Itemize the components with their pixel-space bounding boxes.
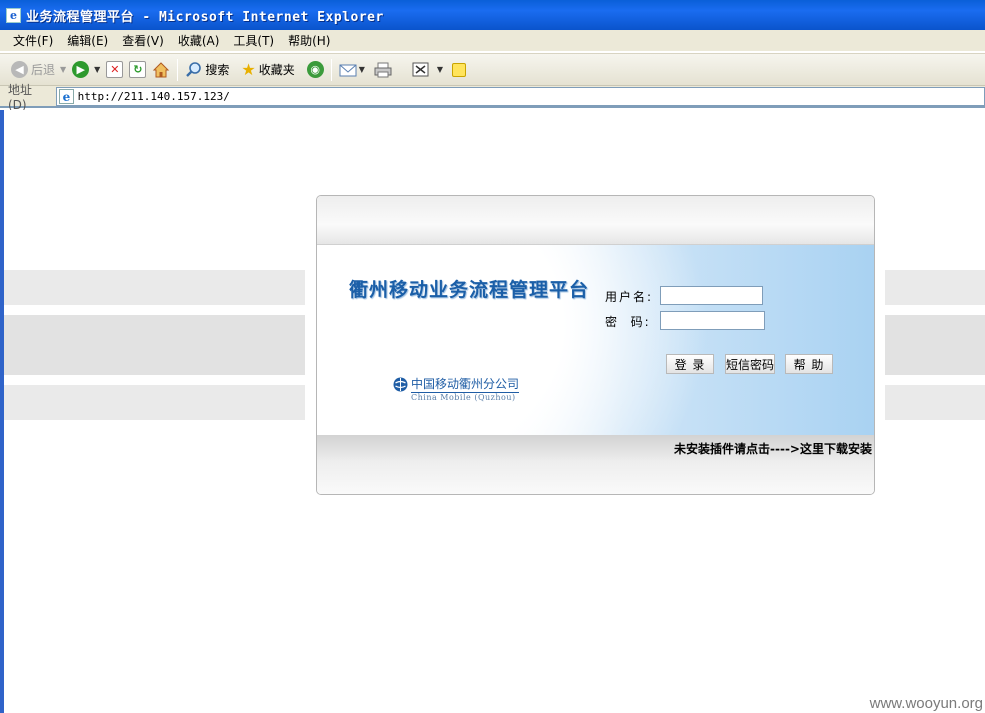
refresh-icon: ↻ [129, 61, 147, 78]
username-label: 用户名: [605, 290, 654, 304]
platform-title: 衢州移动业务流程管理平台 [349, 279, 590, 301]
edit-dropdown-icon: ▼ [436, 65, 444, 74]
china-mobile-logo: 中国移动衢州分公司 [393, 375, 520, 393]
mail-icon [339, 64, 357, 76]
star-icon: ★ [241, 60, 256, 79]
mail-dropdown-icon: ▼ [358, 65, 365, 74]
ie-page-icon: e [6, 7, 21, 23]
right-band-top [885, 270, 985, 305]
menu-edit[interactable]: 编辑(E) [60, 31, 115, 51]
stop-icon: ✕ [106, 61, 124, 78]
left-band-top [4, 270, 305, 305]
browser-toolbar: ◀ 后退 ▼ ▶ ▼ ✕ ↻ 搜索 ★ 收藏夹 ◉ ▼ ▼ [0, 53, 985, 86]
left-band-middle [4, 315, 305, 375]
note-icon [452, 62, 467, 77]
panel-header [317, 196, 874, 245]
plugin-download-link[interactable]: 未安装插件请点击---->这里下载安装 [674, 440, 872, 457]
left-band-bottom [4, 385, 305, 420]
address-label: 地址(D) [8, 82, 33, 112]
address-input[interactable]: e http://211.140.157.123/ [55, 86, 985, 106]
password-input[interactable] [660, 311, 765, 330]
menu-bar: 文件(F) 编辑(E) 查看(V) 收藏(A) 工具(T) 帮助(H) [0, 30, 985, 52]
menu-file[interactable]: 文件(F) [6, 31, 60, 51]
refresh-button[interactable]: ↻ [126, 57, 149, 83]
search-button[interactable]: 搜索 [182, 57, 232, 83]
ie-page-icon: e [58, 88, 74, 104]
print-button[interactable] [371, 57, 395, 83]
window-title: 业务流程管理平台 - Microsoft Internet Explorer [26, 9, 384, 25]
messenger-button[interactable] [449, 57, 469, 83]
edit-page-icon [412, 62, 429, 77]
toolbar-separator [330, 58, 332, 81]
right-band-bottom [885, 385, 985, 420]
search-label: 搜索 [205, 63, 230, 77]
username-input[interactable] [660, 286, 763, 305]
window-titlebar: e 业务流程管理平台 - Microsoft Internet Explorer [0, 0, 985, 30]
logo-english-text: China Mobile (Quzhou) [411, 393, 516, 402]
edit-button[interactable]: ▼ [409, 57, 449, 83]
back-label: 后退 [31, 63, 56, 77]
menu-favorites[interactable]: 收藏(A) [171, 31, 227, 51]
logo-chinese-text: 中国移动衢州分公司 [411, 377, 520, 393]
media-button[interactable]: ◉ [304, 57, 327, 83]
favorites-label: 收藏夹 [258, 63, 295, 77]
login-button[interactable]: 登 录 [666, 354, 714, 374]
printer-icon [374, 62, 392, 77]
home-button[interactable] [149, 57, 173, 83]
back-button[interactable]: ◀ 后退 [8, 57, 58, 83]
toolbar-separator [177, 58, 179, 81]
password-label: 密 码: [605, 315, 651, 329]
media-icon: ◉ [306, 61, 324, 78]
back-arrow-icon: ◀ [11, 61, 28, 78]
watermark: www.wooyun.org [869, 695, 983, 712]
svg-text:e: e [62, 90, 70, 104]
forward-dropdown-icon[interactable]: ▼ [94, 65, 100, 74]
home-icon [153, 61, 170, 77]
menu-help[interactable]: 帮助(H) [281, 31, 337, 51]
address-bar: 地址(D) e http://211.140.157.123/ [0, 83, 985, 112]
back-dropdown-icon[interactable]: ▼ [60, 65, 66, 74]
forward-arrow-icon: ▶ [72, 61, 90, 78]
menu-view[interactable]: 查看(V) [115, 31, 171, 51]
favorites-button[interactable]: ★ 收藏夹 [238, 57, 297, 83]
forward-button[interactable]: ▶ [69, 57, 92, 83]
help-button[interactable]: 帮 助 [785, 354, 833, 374]
stop-button[interactable]: ✕ [103, 57, 126, 83]
sms-password-button[interactable]: 短信密码 [725, 354, 775, 374]
mail-button[interactable]: ▼ [336, 57, 371, 83]
search-icon [186, 62, 202, 77]
menu-tools[interactable]: 工具(T) [226, 31, 281, 51]
panel-body: 衢州移动业务流程管理平台 中国移动衢州分公司 China Mobile (Quz… [317, 245, 874, 435]
china-mobile-logo-icon [393, 377, 408, 391]
address-url: http://211.140.157.123/ [77, 89, 230, 103]
right-band-middle [885, 315, 985, 375]
